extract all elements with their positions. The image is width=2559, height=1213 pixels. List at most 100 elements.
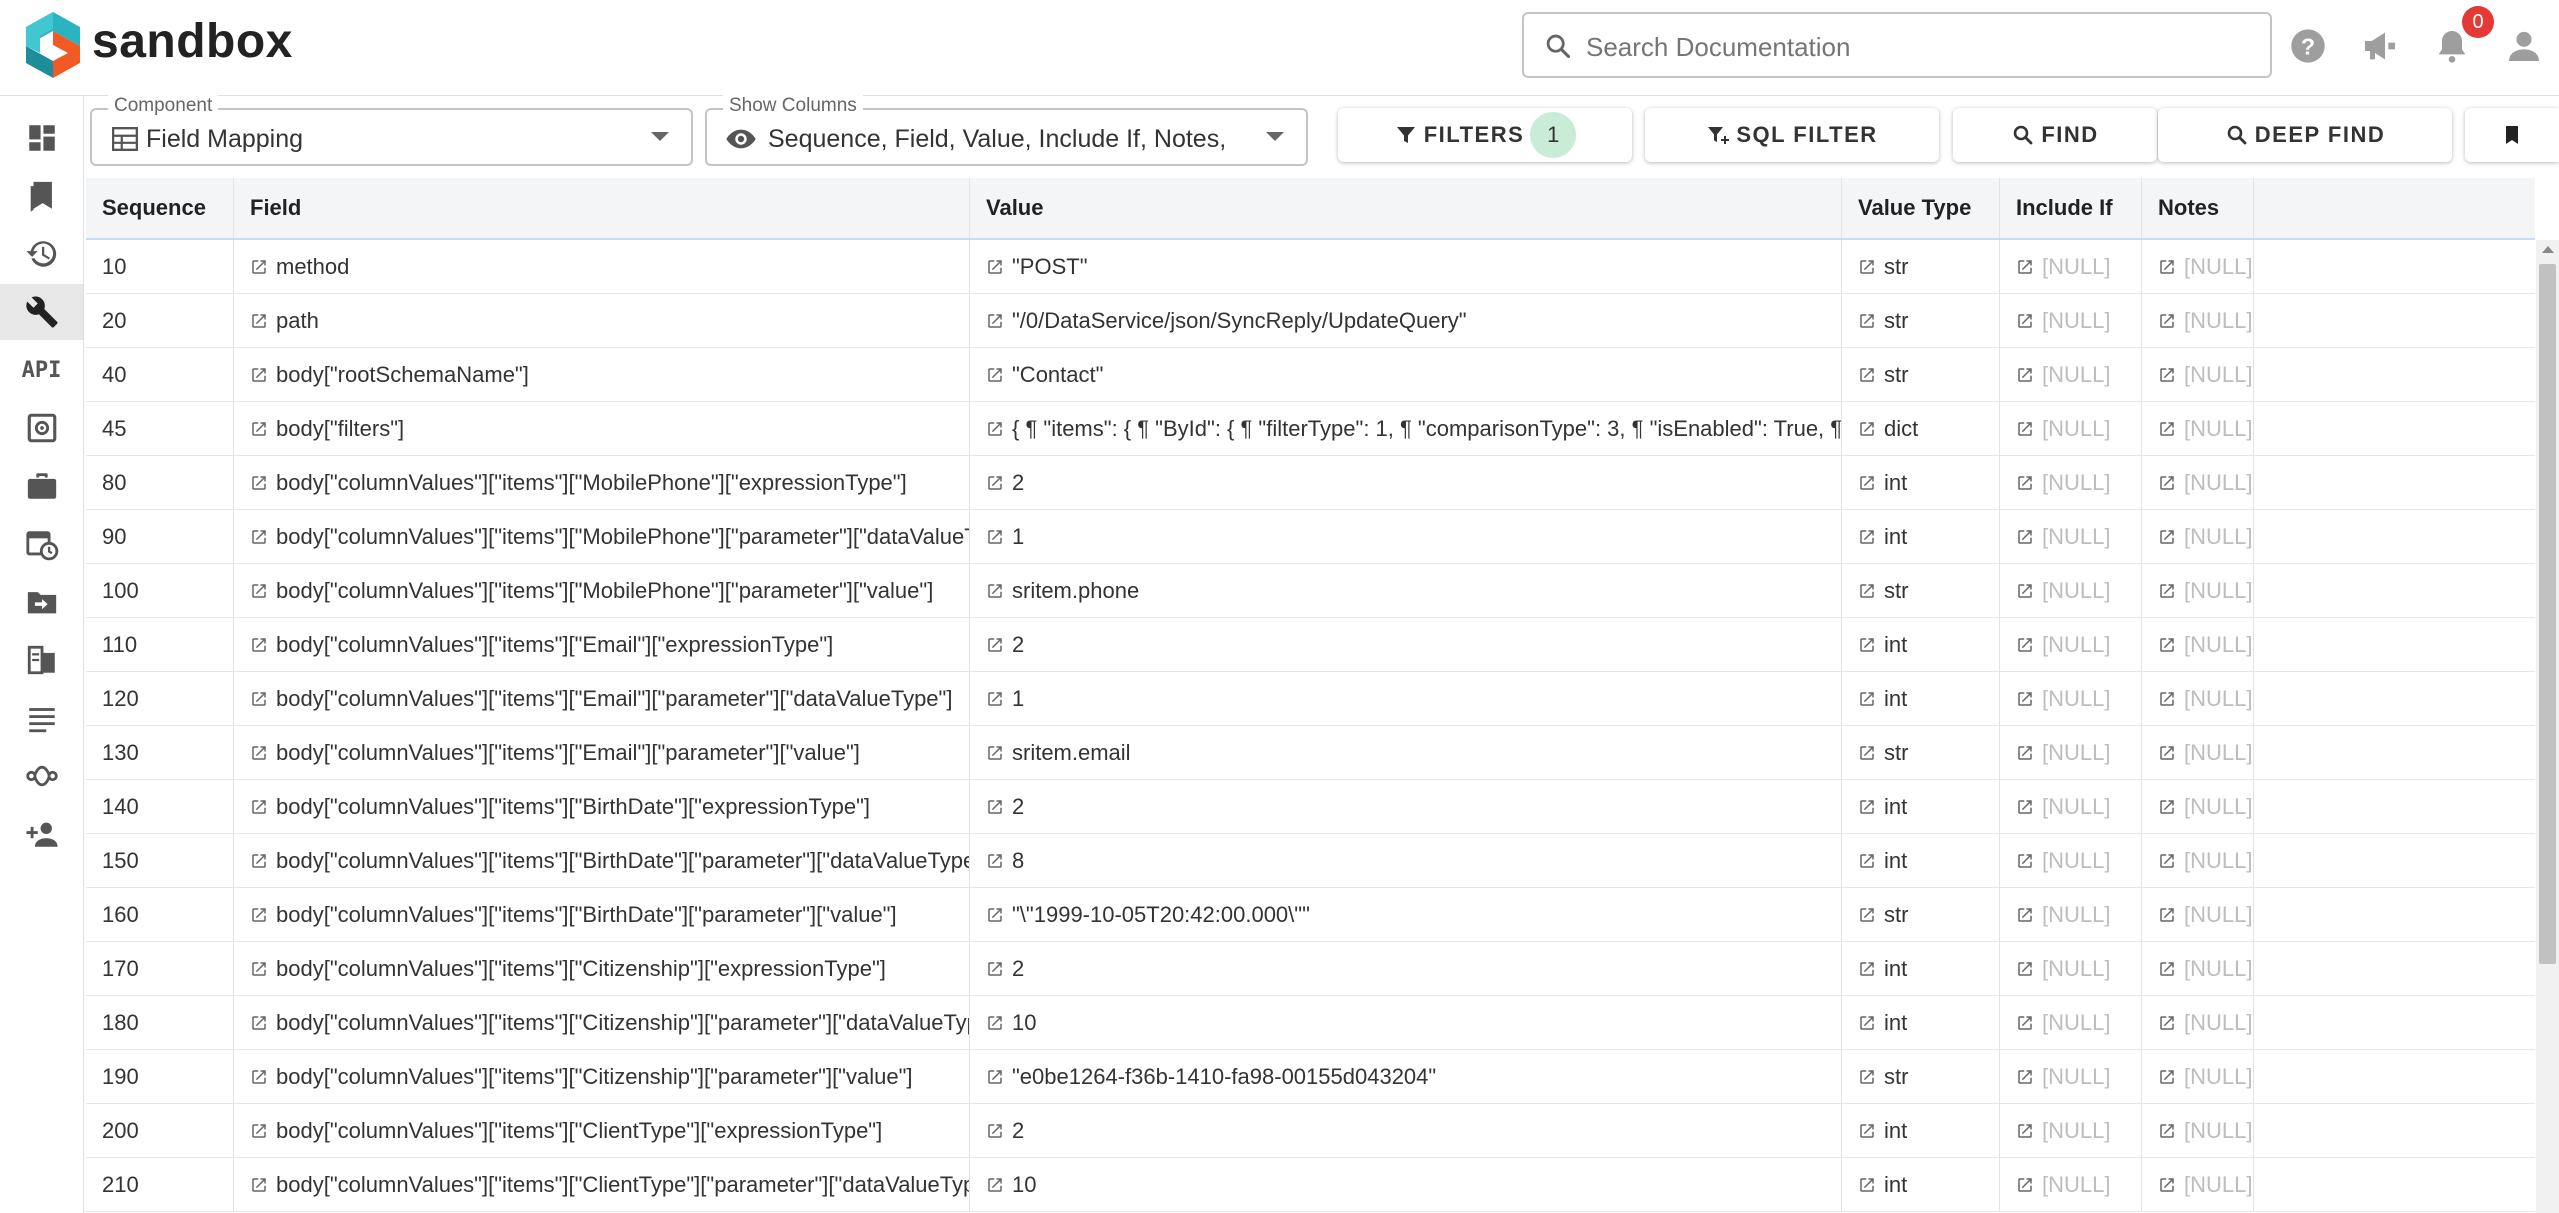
table-row[interactable]: 200 body["columnValues"]["items"]["Client… bbox=[86, 1104, 2535, 1158]
open-in-new-icon[interactable] bbox=[1858, 782, 1876, 814]
column-header-include-if[interactable]: Include If bbox=[2000, 178, 2142, 238]
value-type-cell[interactable]: str bbox=[1842, 1050, 2000, 1103]
open-in-new-icon[interactable] bbox=[2158, 728, 2176, 760]
value-cell[interactable]: 2 bbox=[970, 618, 1842, 671]
include-if-cell[interactable]: [NULL] bbox=[2000, 834, 2142, 887]
open-in-new-icon[interactable] bbox=[2158, 404, 2176, 436]
notes-cell[interactable]: [NULL] bbox=[2142, 348, 2254, 401]
rail-item-bookmarks[interactable] bbox=[0, 168, 83, 224]
open-in-new-icon[interactable] bbox=[2158, 512, 2176, 544]
deep-find-button[interactable]: DEEP FIND bbox=[2158, 108, 2452, 162]
sql-filter-button[interactable]: SQL FILTER bbox=[1645, 108, 1939, 162]
open-in-new-icon[interactable] bbox=[2158, 296, 2176, 328]
include-if-cell[interactable]: [NULL] bbox=[2000, 996, 2142, 1049]
field-cell[interactable]: body["columnValues"]["items"]["BirthDate… bbox=[234, 888, 970, 941]
open-in-new-icon[interactable] bbox=[2016, 782, 2034, 814]
value-type-cell[interactable]: str bbox=[1842, 294, 2000, 347]
include-if-cell[interactable]: [NULL] bbox=[2000, 456, 2142, 509]
value-cell[interactable]: sritem.phone bbox=[970, 564, 1842, 617]
open-in-new-icon[interactable] bbox=[2016, 242, 2034, 274]
include-if-cell[interactable]: [NULL] bbox=[2000, 1050, 2142, 1103]
value-type-cell[interactable]: int bbox=[1842, 996, 2000, 1049]
open-in-new-icon[interactable] bbox=[986, 944, 1004, 976]
open-in-new-icon[interactable] bbox=[250, 728, 268, 760]
field-cell[interactable]: body["columnValues"]["items"]["MobilePho… bbox=[234, 510, 970, 563]
scrollbar-thumb[interactable] bbox=[2539, 264, 2556, 964]
notes-cell[interactable]: [NULL] bbox=[2142, 780, 2254, 833]
value-cell[interactable]: 2 bbox=[970, 456, 1842, 509]
open-in-new-icon[interactable] bbox=[250, 1160, 268, 1192]
open-in-new-icon[interactable] bbox=[1858, 1106, 1876, 1138]
rail-item-folder-move[interactable] bbox=[0, 574, 83, 630]
include-if-cell[interactable]: [NULL] bbox=[2000, 402, 2142, 455]
table-row[interactable]: 110 body["columnValues"]["items"]["Email"… bbox=[86, 618, 2535, 672]
open-in-new-icon[interactable] bbox=[2016, 566, 2034, 598]
field-cell[interactable]: body["columnValues"]["items"]["ClientTyp… bbox=[234, 1158, 970, 1211]
open-in-new-icon[interactable] bbox=[2158, 836, 2176, 868]
open-in-new-icon[interactable] bbox=[1858, 512, 1876, 544]
notes-cell[interactable]: [NULL] bbox=[2142, 726, 2254, 779]
value-cell[interactable]: 1 bbox=[970, 672, 1842, 725]
value-type-cell[interactable]: str bbox=[1842, 240, 2000, 293]
table-row[interactable]: 120 body["columnValues"]["items"]["Email"… bbox=[86, 672, 2535, 726]
notes-cell[interactable]: [NULL] bbox=[2142, 564, 2254, 617]
rail-item-safe[interactable] bbox=[0, 400, 83, 456]
open-in-new-icon[interactable] bbox=[1858, 998, 1876, 1030]
rail-item-api[interactable]: API bbox=[0, 342, 83, 398]
notes-cell[interactable]: [NULL] bbox=[2142, 510, 2254, 563]
include-if-cell[interactable]: [NULL] bbox=[2000, 888, 2142, 941]
open-in-new-icon[interactable] bbox=[986, 1052, 1004, 1084]
open-in-new-icon[interactable] bbox=[250, 350, 268, 382]
field-cell[interactable]: body["columnValues"]["items"]["Citizensh… bbox=[234, 1050, 970, 1103]
open-in-new-icon[interactable] bbox=[2158, 944, 2176, 976]
include-if-cell[interactable]: [NULL] bbox=[2000, 780, 2142, 833]
value-type-cell[interactable]: int bbox=[1842, 510, 2000, 563]
include-if-cell[interactable]: [NULL] bbox=[2000, 240, 2142, 293]
include-if-cell[interactable]: [NULL] bbox=[2000, 348, 2142, 401]
column-header-notes[interactable]: Notes bbox=[2142, 178, 2254, 238]
field-cell[interactable]: body["columnValues"]["items"]["Email"]["… bbox=[234, 726, 970, 779]
field-cell[interactable]: body["columnValues"]["items"]["MobilePho… bbox=[234, 564, 970, 617]
open-in-new-icon[interactable] bbox=[1858, 296, 1876, 328]
open-in-new-icon[interactable] bbox=[250, 620, 268, 652]
open-in-new-icon[interactable] bbox=[986, 566, 1004, 598]
value-type-cell[interactable]: int bbox=[1842, 1104, 2000, 1157]
open-in-new-icon[interactable] bbox=[2016, 1106, 2034, 1138]
open-in-new-icon[interactable] bbox=[250, 944, 268, 976]
open-in-new-icon[interactable] bbox=[986, 1160, 1004, 1192]
notes-cell[interactable]: [NULL] bbox=[2142, 672, 2254, 725]
open-in-new-icon[interactable] bbox=[986, 728, 1004, 760]
value-cell[interactable]: 8 bbox=[970, 834, 1842, 887]
open-in-new-icon[interactable] bbox=[2016, 1160, 2034, 1192]
value-type-cell[interactable]: int bbox=[1842, 780, 2000, 833]
component-select[interactable]: Component Field Mapping bbox=[90, 95, 693, 166]
value-cell[interactable]: "\"1999-10-05T20:42:00.000\"" bbox=[970, 888, 1842, 941]
rail-item-list[interactable] bbox=[0, 690, 83, 746]
notes-cell[interactable]: [NULL] bbox=[2142, 1050, 2254, 1103]
vertical-scrollbar[interactable] bbox=[2536, 240, 2559, 1213]
help-icon[interactable]: ? bbox=[2288, 26, 2328, 66]
rail-item-dashboard[interactable] bbox=[0, 110, 83, 166]
open-in-new-icon[interactable] bbox=[2158, 998, 2176, 1030]
field-cell[interactable]: path bbox=[234, 294, 970, 347]
value-type-cell[interactable]: int bbox=[1842, 672, 2000, 725]
notes-cell[interactable]: [NULL] bbox=[2142, 834, 2254, 887]
open-in-new-icon[interactable] bbox=[1858, 566, 1876, 598]
open-in-new-icon[interactable] bbox=[986, 404, 1004, 436]
open-in-new-icon[interactable] bbox=[986, 620, 1004, 652]
table-row[interactable]: 20 path "/0/DataService/json/SyncReply/Upd… bbox=[86, 294, 2535, 348]
open-in-new-icon[interactable] bbox=[1858, 1160, 1876, 1192]
include-if-cell[interactable]: [NULL] bbox=[2000, 1104, 2142, 1157]
open-in-new-icon[interactable] bbox=[986, 998, 1004, 1030]
open-in-new-icon[interactable] bbox=[1858, 728, 1876, 760]
value-cell[interactable]: 2 bbox=[970, 1104, 1842, 1157]
open-in-new-icon[interactable] bbox=[250, 458, 268, 490]
value-type-cell[interactable]: int bbox=[1842, 456, 2000, 509]
table-row[interactable]: 170 body["columnValues"]["items"]["Citize… bbox=[86, 942, 2535, 996]
column-header-field[interactable]: Field bbox=[234, 178, 970, 238]
find-button[interactable]: FIND bbox=[1953, 108, 2157, 162]
open-in-new-icon[interactable] bbox=[986, 1106, 1004, 1138]
field-cell[interactable]: body["columnValues"]["items"]["Citizensh… bbox=[234, 996, 970, 1049]
notes-cell[interactable]: [NULL] bbox=[2142, 618, 2254, 671]
open-in-new-icon[interactable] bbox=[250, 296, 268, 328]
